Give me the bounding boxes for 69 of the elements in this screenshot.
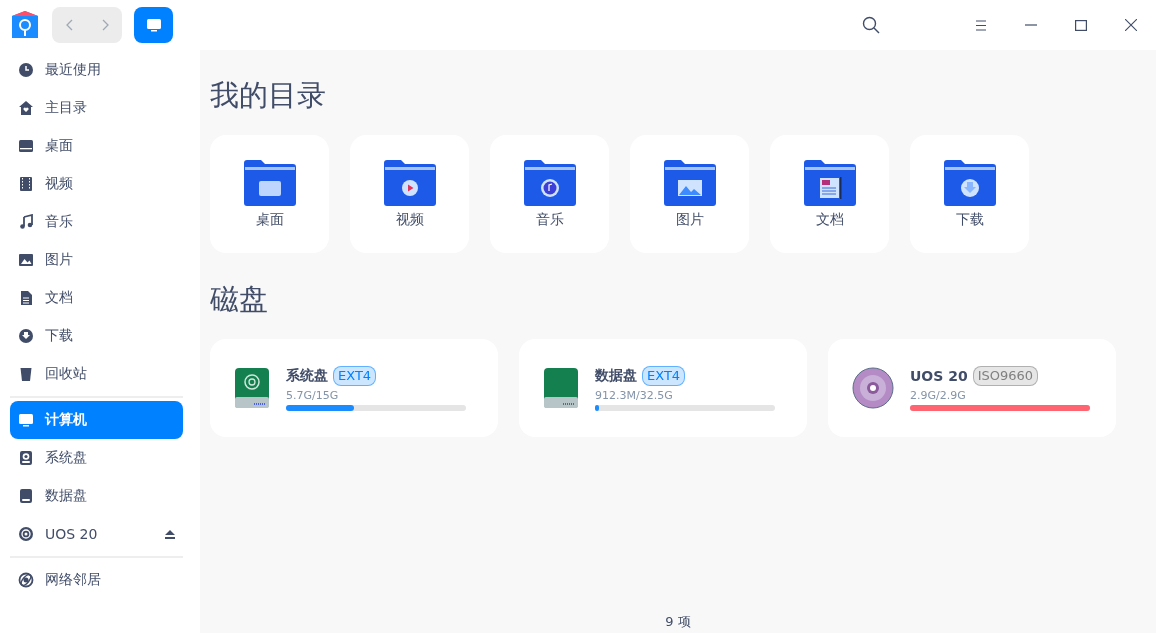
sidebar-item-icon <box>18 252 34 268</box>
filesystem-tag: ISO9660 <box>972 365 1039 386</box>
search-icon <box>862 16 880 34</box>
sidebar-item[interactable]: 网络邻居 <box>10 561 183 599</box>
maximize-icon <box>1075 19 1087 31</box>
sidebar-item-icon <box>18 176 34 192</box>
folder-icon <box>941 159 998 207</box>
eject-icon[interactable] <box>165 529 175 539</box>
disk-name: 数据盘 <box>595 366 637 385</box>
computer-view-button[interactable] <box>134 7 173 43</box>
sidebar-item[interactable]: 音乐 <box>10 203 183 241</box>
sidebar-item-icon <box>18 450 34 466</box>
sidebar-item-icon <box>18 366 34 382</box>
sidebar-item[interactable]: UOS 20 <box>10 515 183 553</box>
sidebar-item[interactable]: 文档 <box>10 279 183 317</box>
folder-tile[interactable]: 图片 <box>630 135 749 253</box>
hard-drive-icon <box>543 367 579 409</box>
disk-card[interactable]: 系统盘 EXT4 5.7G/15G <box>210 339 498 437</box>
folder-icon <box>801 159 858 207</box>
folder-icon <box>241 159 298 207</box>
section-title: 磁盘 <box>210 281 269 318</box>
optical-disc-icon <box>852 367 894 409</box>
menu-icon <box>975 19 987 31</box>
section-title: 我的目录 <box>210 77 327 114</box>
disk-card[interactable]: UOS 20 ISO9660 2.9G/2.9G <box>828 339 1116 437</box>
sidebar-item-icon <box>18 526 34 542</box>
app-logo-icon <box>10 10 40 40</box>
disk-name: UOS 20 <box>910 367 968 384</box>
folder-tile[interactable]: 桌面 <box>210 135 329 253</box>
sidebar-item[interactable]: 系统盘 <box>10 439 183 477</box>
sidebar-item-icon <box>18 328 34 344</box>
disk-name: 系统盘 <box>286 366 328 385</box>
folder-icon <box>381 159 438 207</box>
sidebar-item[interactable]: 图片 <box>10 241 183 279</box>
minimize-icon <box>1025 24 1037 26</box>
sidebar-item-icon <box>18 488 34 504</box>
folder-tile[interactable]: 视频 <box>350 135 469 253</box>
folder-tile[interactable]: 下载 <box>910 135 1029 253</box>
filesystem-tag: EXT4 <box>642 365 686 386</box>
sidebar-item[interactable]: 数据盘 <box>10 477 183 515</box>
folder-icon <box>521 159 578 207</box>
sidebar-item[interactable]: 主目录 <box>10 89 183 127</box>
sidebar-item-icon <box>18 412 34 428</box>
sidebar-item[interactable]: 计算机 <box>10 401 183 439</box>
sidebar-item-icon <box>18 572 34 588</box>
sidebar-item-icon <box>18 100 34 116</box>
filesystem-tag: EXT4 <box>333 365 377 386</box>
sidebar-item[interactable]: 桌面 <box>10 127 183 165</box>
folder-tile[interactable]: 音乐 <box>490 135 609 253</box>
disk-usage: 912.3M/32.5G <box>595 388 674 402</box>
item-count: 9 项 <box>665 614 691 629</box>
hard-drive-icon <box>234 367 270 409</box>
close-icon <box>1125 19 1137 31</box>
sidebar-item[interactable]: 下载 <box>10 317 183 355</box>
folder-tile[interactable]: 文档 <box>770 135 889 253</box>
monitor-icon <box>145 17 162 33</box>
folder-icon <box>661 159 718 207</box>
sidebar-item-icon <box>18 214 34 230</box>
disk-usage: 2.9G/2.9G <box>910 388 967 402</box>
sidebar-item[interactable]: 视频 <box>10 165 183 203</box>
sidebar-item-icon <box>18 138 34 154</box>
chevron-left-icon <box>65 19 74 31</box>
disk-card[interactable]: 数据盘 EXT4 912.3M/32.5G <box>519 339 807 437</box>
sidebar-item-icon <box>18 290 34 306</box>
disk-usage: 5.7G/15G <box>286 388 340 402</box>
sidebar-item[interactable]: 回收站 <box>10 355 183 393</box>
chevron-right-icon <box>100 19 109 31</box>
sidebar-item[interactable]: 最近使用 <box>10 51 183 89</box>
sidebar-item-icon <box>18 62 34 78</box>
